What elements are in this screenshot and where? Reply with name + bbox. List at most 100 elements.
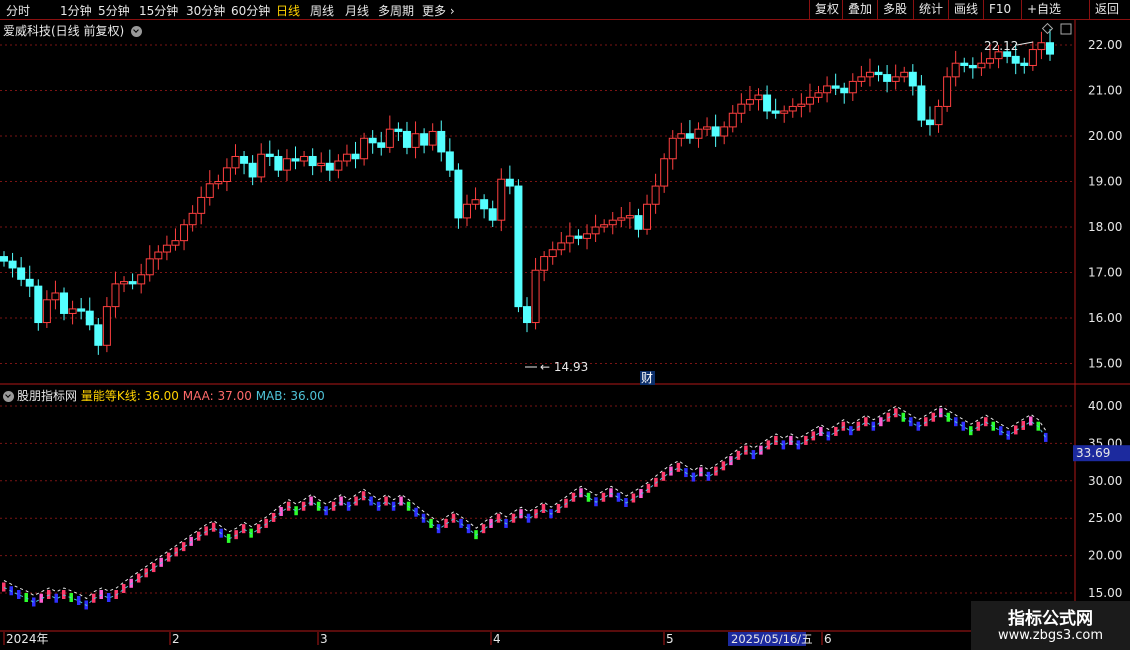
candle-body: [608, 219, 617, 226]
indicator-tick-label: 40.00: [1088, 399, 1122, 413]
watermark: 指标公式网 www.zbgs3.com: [971, 601, 1130, 650]
candle-body: [840, 87, 849, 94]
candle-body: [797, 103, 806, 107]
candle-body: [222, 167, 231, 183]
indicator-source[interactable]: 股朋指标网: [17, 389, 77, 403]
low-price-label: ← 14.93: [540, 360, 588, 374]
indicator-bar: [361, 491, 366, 501]
candle-body: [1037, 42, 1046, 51]
candle-body: [565, 235, 574, 244]
candle-body: [300, 155, 309, 162]
candle-body: [437, 130, 446, 153]
candle-body: [42, 299, 51, 324]
candle-body: [857, 76, 866, 82]
candle-body: [205, 183, 214, 198]
candle-body: [145, 258, 154, 276]
candle-body: [497, 178, 506, 221]
candle-body: [334, 160, 343, 171]
candle-body: [865, 71, 874, 78]
candle-body: [651, 185, 660, 205]
candle-body: [1020, 62, 1029, 66]
candle-body: [480, 199, 489, 210]
maa-line: [3, 405, 1047, 600]
candle-body: [968, 64, 977, 69]
price-tick-label: 21.00: [1088, 84, 1122, 98]
candle-body: [85, 310, 94, 326]
candle-body: [377, 142, 386, 148]
candle-body: [660, 158, 669, 187]
candle-body: [128, 281, 137, 285]
indicator-bar: [519, 509, 523, 519]
candle-body: [574, 235, 583, 239]
indicator-bar: [384, 496, 388, 506]
candle-body: [51, 292, 60, 301]
indicator-bar: [339, 496, 343, 506]
candle-body: [402, 130, 411, 148]
candle-body: [1011, 55, 1020, 64]
time-tick-label: 2: [172, 632, 180, 646]
indicator-bar: [736, 450, 741, 460]
indicator-bar: [661, 471, 666, 481]
candle-body: [883, 74, 892, 82]
indicator-bar: [774, 435, 778, 445]
indicator-bar: [136, 573, 141, 583]
candle-body: [977, 62, 986, 69]
candle-body: [257, 153, 266, 178]
indicator-bar: [2, 582, 6, 592]
candle-body: [197, 196, 206, 214]
candle-body: [317, 162, 326, 167]
candle-body: [943, 76, 952, 107]
indicator-bar: [264, 518, 268, 528]
candle-body: [728, 112, 737, 128]
candle-body: [600, 224, 609, 228]
price-chart[interactable]: 22.00 21.00 20.00 19.00 18.00 17.00 16.00 15.00…: [0, 0, 1130, 650]
candle-body: [171, 240, 180, 246]
indicator-bar: [16, 590, 21, 599]
watermark-title: 指标公式网: [1008, 609, 1093, 629]
candle-body: [754, 94, 763, 101]
chevron-down-icon[interactable]: [3, 391, 14, 402]
candle-body: [342, 153, 351, 162]
price-tick-label: 19.00: [1088, 175, 1122, 189]
candle-body: [60, 292, 69, 314]
candle-body: [111, 283, 120, 308]
time-tick-label: 4: [493, 632, 501, 646]
indicator-bar: [556, 503, 561, 513]
indicator-bar: [946, 412, 951, 422]
indicator-bar: [1021, 420, 1026, 430]
indicator-bar: [699, 467, 703, 477]
indicator-tick-label: 25.00: [1088, 511, 1122, 525]
indicator-bar: [579, 488, 583, 498]
candle-body: [908, 71, 917, 87]
indicator-bar: [901, 412, 906, 422]
candle-body: [771, 110, 780, 114]
candle-body: [668, 137, 677, 160]
indicator-bar: [864, 417, 868, 427]
indicator-bar: [526, 513, 531, 523]
indicator-bar: [54, 593, 58, 603]
candle-body: [488, 208, 497, 221]
indicator-bar: [646, 483, 651, 493]
indicator-mab: MAB: 36.00: [255, 389, 325, 403]
candle-body: [694, 128, 703, 139]
indicator-bar: [894, 408, 898, 418]
indicator-name: 量能等K线: 36.00: [80, 389, 179, 403]
candle-body: [591, 226, 600, 235]
price-tick-label: 20.00: [1088, 129, 1122, 143]
indicator-bar: [286, 501, 291, 511]
indicator-bar: [939, 408, 943, 418]
candle-body: [583, 233, 592, 239]
candle-body: [1046, 42, 1054, 55]
indicator-bar: [676, 462, 681, 472]
candle-body: [8, 260, 17, 269]
candle-body: [394, 128, 403, 132]
candle-body: [917, 85, 926, 121]
indicator-bar: [879, 417, 883, 427]
indicator-bar: [414, 507, 418, 517]
candle-body: [17, 267, 26, 280]
indicator-bar: [999, 426, 1003, 436]
indicator-bar: [46, 590, 51, 599]
candle-body: [368, 137, 377, 144]
indicator-bar: [766, 440, 771, 450]
candle-body: [540, 256, 549, 271]
